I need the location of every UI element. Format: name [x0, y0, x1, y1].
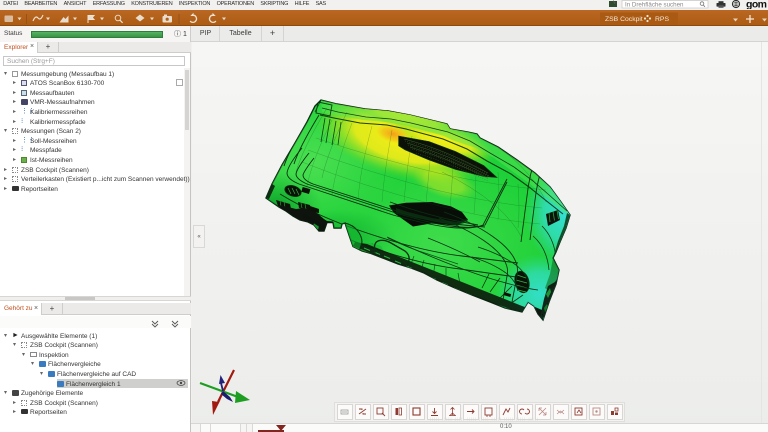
- svg-text:In Drehfläche suchen: In Drehfläche suchen: [625, 2, 684, 9]
- svg-text:RPS: RPS: [655, 16, 669, 23]
- svg-text:ZSB Cockpit: ZSB Cockpit: [605, 16, 643, 23]
- svg-text:gom: gom: [746, 0, 767, 9]
